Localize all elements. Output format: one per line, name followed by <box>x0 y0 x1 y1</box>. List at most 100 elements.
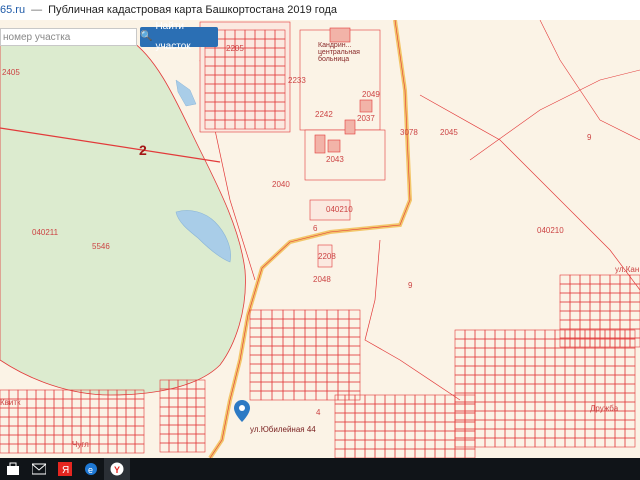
parcel-cell <box>434 421 446 432</box>
parcel-cell <box>35 416 46 427</box>
parcel-cell <box>337 390 350 401</box>
parcel-cell <box>564 383 576 394</box>
parcel-cell <box>249 327 262 338</box>
parcel-cell <box>80 416 91 427</box>
parcel-cell <box>98 425 109 436</box>
parcel-cell <box>53 389 64 400</box>
mail-icon[interactable] <box>26 458 52 480</box>
parcel-cell <box>544 392 556 403</box>
parcel-cell <box>271 390 284 401</box>
parcel-cell <box>315 372 328 383</box>
edge-icon[interactable]: e <box>78 458 104 480</box>
parcel-cell <box>544 365 556 376</box>
parcel-cell <box>444 421 456 432</box>
parcel-cell <box>494 410 506 421</box>
parcel-cell <box>544 356 556 367</box>
parcel-cell <box>89 425 100 436</box>
parcel-cell <box>569 292 581 303</box>
parcel-cell <box>107 434 118 445</box>
parcel-cell <box>514 347 526 358</box>
parcel-cell <box>344 394 356 405</box>
parcel-cell <box>514 338 526 349</box>
parcel-cell <box>464 383 476 394</box>
parcel-cell <box>35 443 46 454</box>
parcel-cell <box>484 401 496 412</box>
parcel-cell <box>559 274 571 285</box>
parcel-cell <box>53 398 64 409</box>
parcel-cell <box>186 433 197 444</box>
yandex-browser-icon[interactable]: Y <box>104 458 130 480</box>
parcel-cell <box>444 439 456 450</box>
parcel-cell <box>414 439 426 450</box>
parcel-cell <box>464 347 476 358</box>
parcel-cell <box>609 283 621 294</box>
parcel-cell <box>249 309 262 320</box>
parcel-cell <box>579 301 591 312</box>
parcel-cell <box>195 415 206 426</box>
parcel-cell <box>624 383 636 394</box>
parcel-cell <box>364 421 376 432</box>
parcel-cell <box>609 292 621 303</box>
parcel-cell <box>624 356 636 367</box>
parcel-cell <box>315 363 328 374</box>
site-name[interactable]: 65.ru <box>0 4 25 16</box>
parcel-cell <box>559 310 571 321</box>
parcel-cell <box>584 365 596 376</box>
parcel-cell <box>474 428 486 439</box>
parcel-cell <box>554 428 566 439</box>
parcel-2040: 2040 <box>272 180 290 189</box>
parcel-cell <box>534 356 546 367</box>
parcel-cell <box>44 425 55 436</box>
svg-text:Я: Я <box>62 465 69 476</box>
parcel-cell <box>116 443 127 454</box>
parcel-cell <box>514 374 526 385</box>
parcel-cell <box>35 434 46 445</box>
parcel-cell <box>504 401 516 412</box>
parcel-cell <box>404 448 416 458</box>
parcel-cell <box>579 283 591 294</box>
parcel-cell <box>35 425 46 436</box>
parcel-cell <box>98 443 109 454</box>
parcel-cell <box>454 401 466 412</box>
parcel-cell <box>524 401 536 412</box>
parcel-cell <box>116 416 127 427</box>
cadastral-map[interactable]: 2 040211 040210 040210 5546 2040 2048 9 … <box>0 20 640 458</box>
window-title-bar: 65.ru — Публичная кадастровая карта Башк… <box>0 0 640 20</box>
yandex-icon[interactable]: Я <box>52 458 78 480</box>
parcel-cell <box>564 365 576 376</box>
parcel-cell <box>464 356 476 367</box>
parcel-cell <box>282 336 295 347</box>
parcel-cell <box>524 392 536 403</box>
parcel-2405: 2405 <box>2 68 20 77</box>
parcel-cell <box>614 428 626 439</box>
parcel-cell <box>348 327 361 338</box>
secondary-road <box>364 239 461 401</box>
parcel-cell <box>404 412 416 423</box>
parcel-cell <box>569 319 581 330</box>
parcel-cell <box>304 372 317 383</box>
parcel-cell <box>334 430 346 441</box>
parcel-cell <box>53 407 64 418</box>
parcel-cell <box>589 301 601 312</box>
parcel-cell <box>574 419 586 430</box>
parcel-cell <box>134 416 145 427</box>
map-canvas[interactable] <box>0 20 640 458</box>
place-label-kvit: Квитк <box>0 398 21 407</box>
place-label-chugl: Чугл <box>72 440 89 449</box>
parcel-cell <box>89 443 100 454</box>
parcel-cell <box>159 415 170 426</box>
parcel-cell <box>424 421 436 432</box>
parcel-cell <box>293 327 306 338</box>
search-input[interactable]: номер участка <box>0 28 137 46</box>
parcel-cell <box>134 443 145 454</box>
parcel-cell <box>168 415 179 426</box>
parcel-cell <box>159 442 170 453</box>
parcel-cell <box>134 434 145 445</box>
parcel-cell <box>444 412 456 423</box>
location-marker-icon[interactable] <box>234 400 250 422</box>
parcel-cell <box>374 403 386 414</box>
store-icon[interactable] <box>0 458 26 480</box>
parcel-cell <box>474 365 486 376</box>
find-parcel-button[interactable]: 🔍 Найти участок <box>140 21 218 52</box>
parcel-cell <box>484 428 496 439</box>
